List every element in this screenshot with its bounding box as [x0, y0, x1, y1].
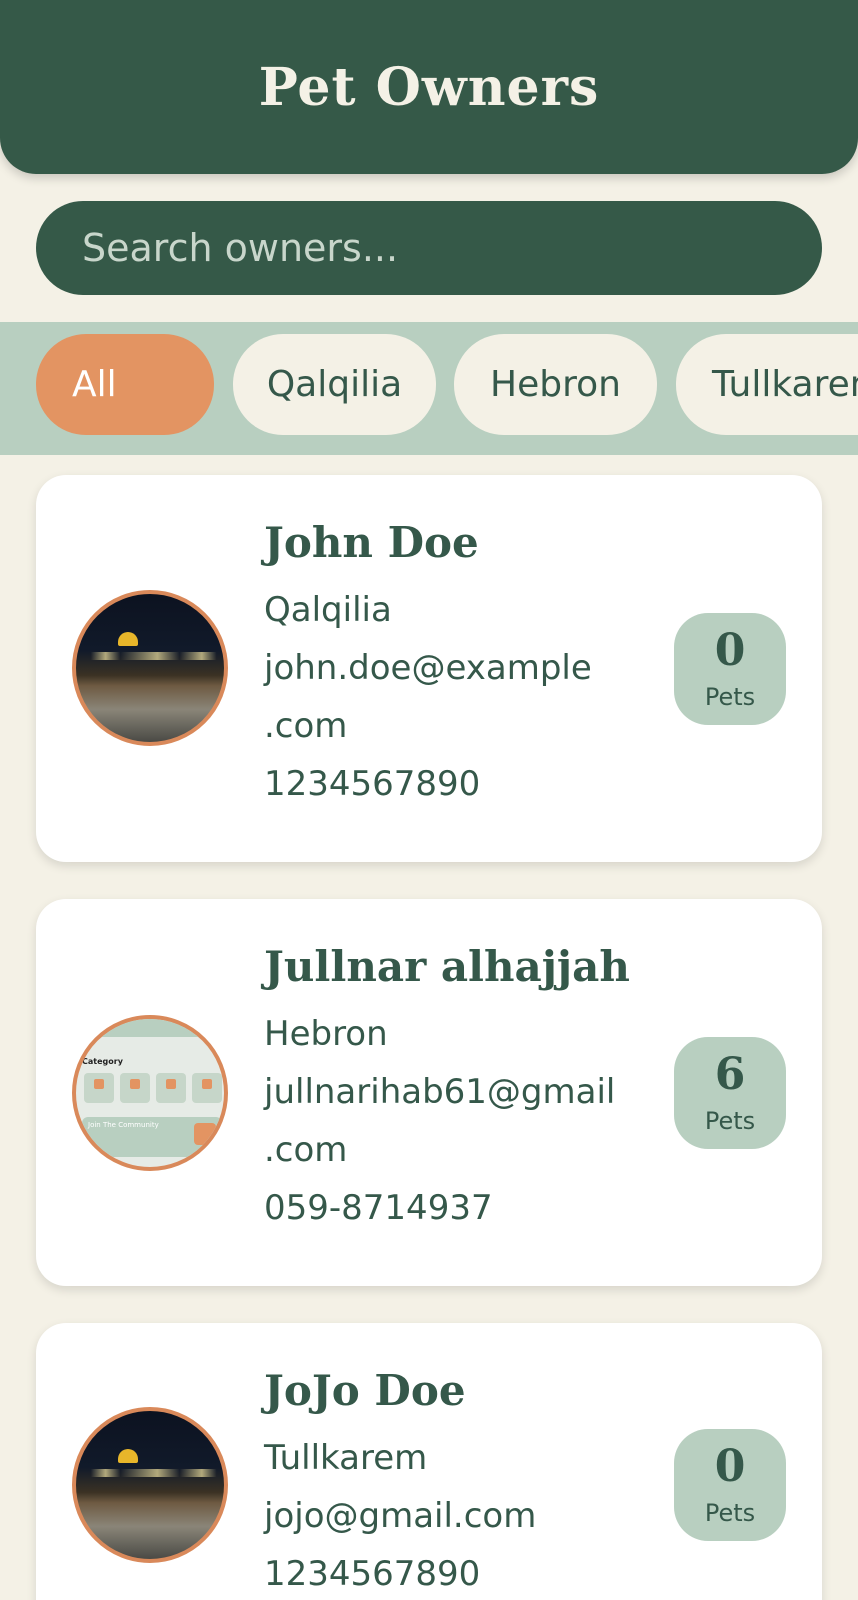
owner-email: john.doe@example — [264, 648, 592, 688]
search-placeholder: Search owners... — [82, 226, 399, 270]
owner-avatar: Category Join The Community — [72, 1015, 228, 1171]
pets-label: Pets — [704, 1107, 756, 1135]
dome-shape — [118, 1449, 138, 1463]
cat-icon — [194, 1123, 216, 1145]
owner-card[interactable]: Category Join The Community Jullnar alha… — [36, 899, 822, 1286]
filter-chip-all[interactable]: All — [36, 334, 214, 435]
owner-info: John Doe Qalqilia john.doe@example .com … — [264, 515, 654, 813]
pets-label: Pets — [704, 683, 756, 711]
page-title: Pet Owners — [258, 56, 600, 118]
thumb-tile — [120, 1073, 150, 1103]
filter-chip-qalqilia[interactable]: Qalqilia — [233, 334, 436, 435]
filter-chip-tullkarem[interactable]: Tullkarem — [676, 334, 858, 435]
city-filter-bar[interactable]: All Qalqilia Hebron Tullkarem — [0, 322, 858, 455]
owner-city: Tullkarem — [264, 1438, 428, 1478]
filter-chip-hebron[interactable]: Hebron — [454, 334, 657, 435]
pets-count: 0 — [714, 1441, 746, 1492]
thumb-category-label: Category — [82, 1057, 123, 1066]
owner-name: Jullnar alhajjah — [264, 942, 630, 991]
thumb-banner: Join The Community — [82, 1117, 222, 1157]
owner-info: JoJo Doe Tullkarem jojo@gmail.com 123456… — [264, 1363, 654, 1600]
city-lights — [76, 652, 224, 660]
owner-card[interactable]: JoJo Doe Tullkarem jojo@gmail.com 123456… — [36, 1323, 822, 1600]
owner-name: JoJo Doe — [264, 1366, 466, 1415]
owner-email: jullnarihab61@gmail — [264, 1072, 616, 1112]
owner-name: John Doe — [264, 518, 479, 567]
owner-city: Qalqilia — [264, 590, 392, 630]
thumb-tile — [84, 1073, 114, 1103]
thumb-banner-text: Join The Community — [88, 1121, 159, 1129]
owner-email-cont: .com — [264, 706, 348, 746]
owner-card[interactable]: John Doe Qalqilia john.doe@example .com … — [36, 475, 822, 862]
owner-phone: 1234567890 — [264, 764, 481, 804]
pets-count: 0 — [714, 625, 746, 676]
thumb-tile — [156, 1073, 186, 1103]
search-input[interactable]: Search owners... — [36, 201, 822, 295]
owner-city: Hebron — [264, 1014, 388, 1054]
pets-label: Pets — [704, 1499, 756, 1527]
pets-count-badge: 6 Pets — [674, 1037, 786, 1149]
owner-email-cont: .com — [264, 1130, 348, 1170]
pets-count: 6 — [714, 1049, 746, 1100]
owner-phone: 1234567890 — [264, 1554, 481, 1594]
owner-avatar — [72, 1407, 228, 1563]
thumb-tile — [192, 1073, 222, 1103]
owner-phone: 059-8714937 — [264, 1188, 493, 1228]
pets-count-badge: 0 Pets — [674, 1429, 786, 1541]
owner-avatar — [72, 590, 228, 746]
owner-info: Jullnar alhajjah Hebron jullnarihab61@gm… — [264, 939, 654, 1237]
dome-shape — [118, 632, 138, 646]
owner-email: jojo@gmail.com — [264, 1496, 537, 1536]
pets-count-badge: 0 Pets — [674, 613, 786, 725]
city-lights — [76, 1469, 224, 1477]
thumb-app-bar — [76, 1019, 224, 1037]
app-header: Pet Owners — [0, 0, 858, 174]
